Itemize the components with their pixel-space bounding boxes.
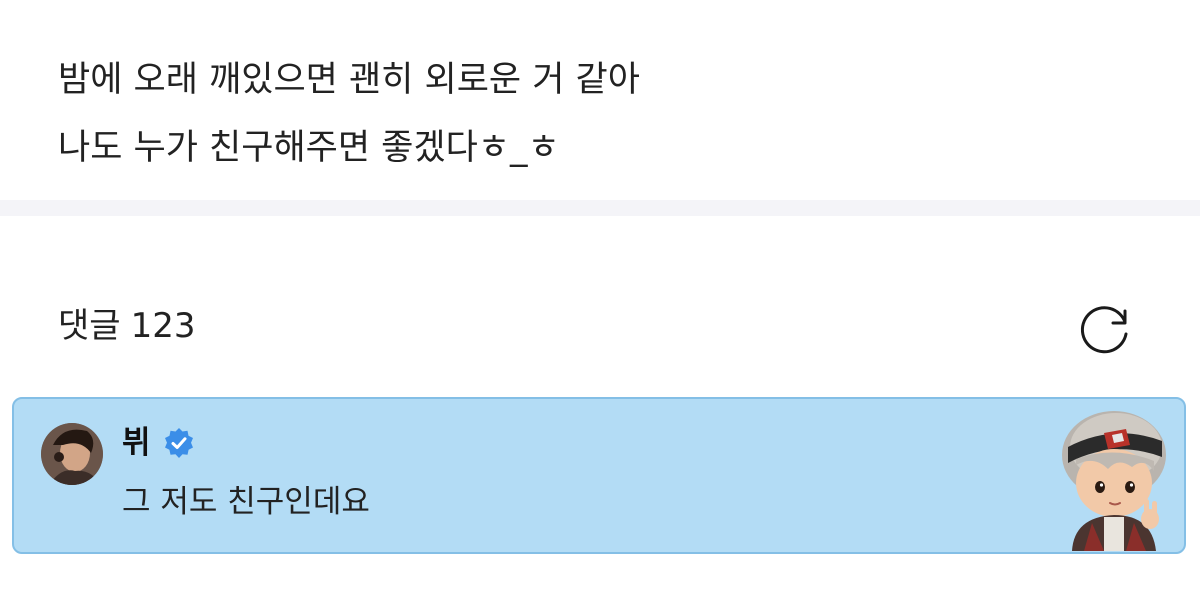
character-sticker[interactable] — [1034, 405, 1184, 551]
comments-header: 댓글 123 — [0, 216, 1200, 391]
comment-text: 그 저도 친구인데요 — [122, 484, 370, 520]
comment-author[interactable]: 뷔 — [122, 423, 195, 463]
comments-label: 댓글 — [58, 306, 121, 346]
refresh-icon — [1080, 306, 1128, 354]
post-body: 밤에 오래 깨있으면 괜히 외로운 거 같아 나도 누가 친구해주면 좋겠다ㅎ_… — [0, 0, 1200, 200]
refresh-button[interactable] — [1076, 300, 1134, 358]
comments-title: 댓글 123 — [58, 304, 195, 348]
author-name: 뷔 — [122, 425, 151, 461]
highlighted-comment[interactable]: 뷔 그 저도 친구인데요 — [12, 397, 1186, 554]
post-text-line-2: 나도 누가 친구해주면 좋겠다ㅎ_ㅎ — [58, 128, 560, 168]
comments-count: 123 — [130, 306, 196, 346]
verified-badge-icon — [164, 428, 193, 458]
character-sticker-image — [1062, 411, 1166, 551]
post-text-line-1: 밤에 오래 깨있으면 괜히 외로운 거 같아 — [58, 60, 640, 100]
section-divider — [0, 200, 1200, 216]
avatar[interactable] — [41, 423, 103, 485]
avatar-image — [41, 423, 103, 485]
